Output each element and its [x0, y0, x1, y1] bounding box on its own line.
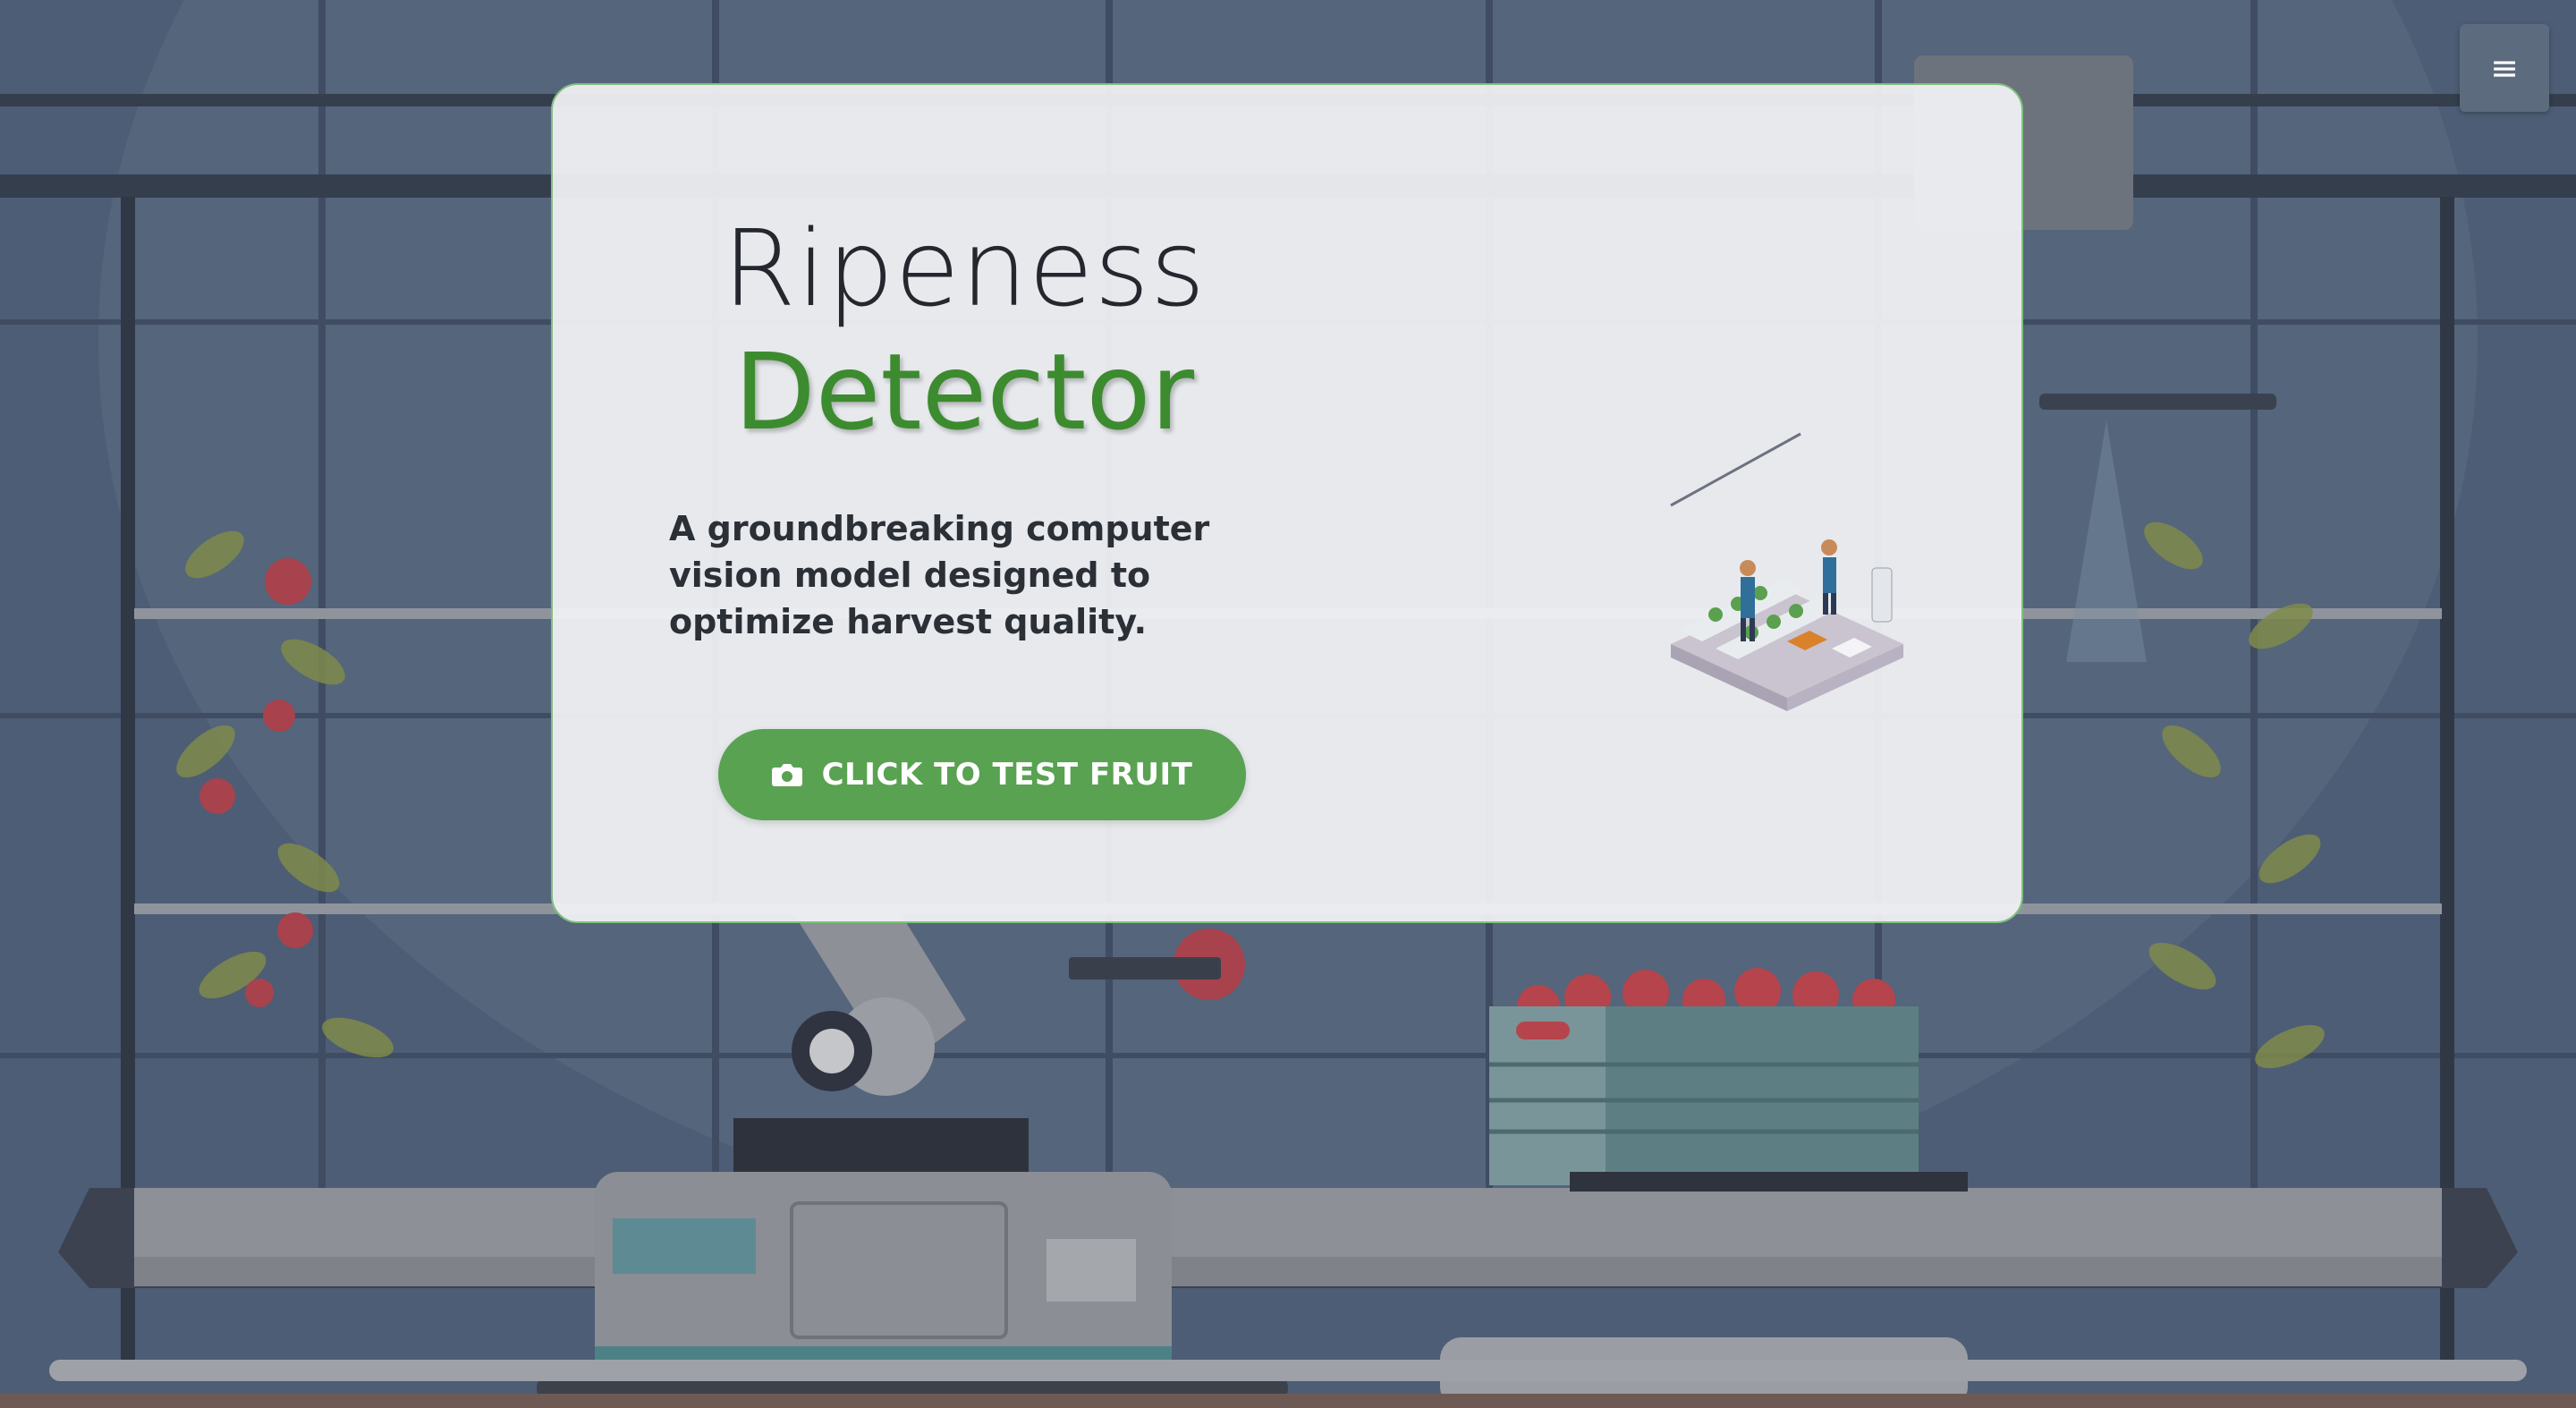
test-fruit-button[interactable]: CLICK TO TEST FRUIT: [718, 729, 1246, 820]
camera-icon: [771, 764, 802, 786]
hero-card: Ripeness Detector A groundbreaking compu…: [551, 83, 2023, 923]
title-line-2: Detector: [733, 330, 1195, 454]
menu-button[interactable]: ≡: [2460, 24, 2549, 112]
hero-description: A groundbreaking computer vision model d…: [669, 509, 1210, 641]
test-fruit-button-label: CLICK TO TEST FRUIT: [821, 757, 1193, 793]
greenhouse-workers-illustration: [1670, 432, 1903, 711]
hamburger-menu-icon: ≡: [2490, 48, 2519, 88]
title-line-1: Ripeness: [722, 207, 1207, 330]
